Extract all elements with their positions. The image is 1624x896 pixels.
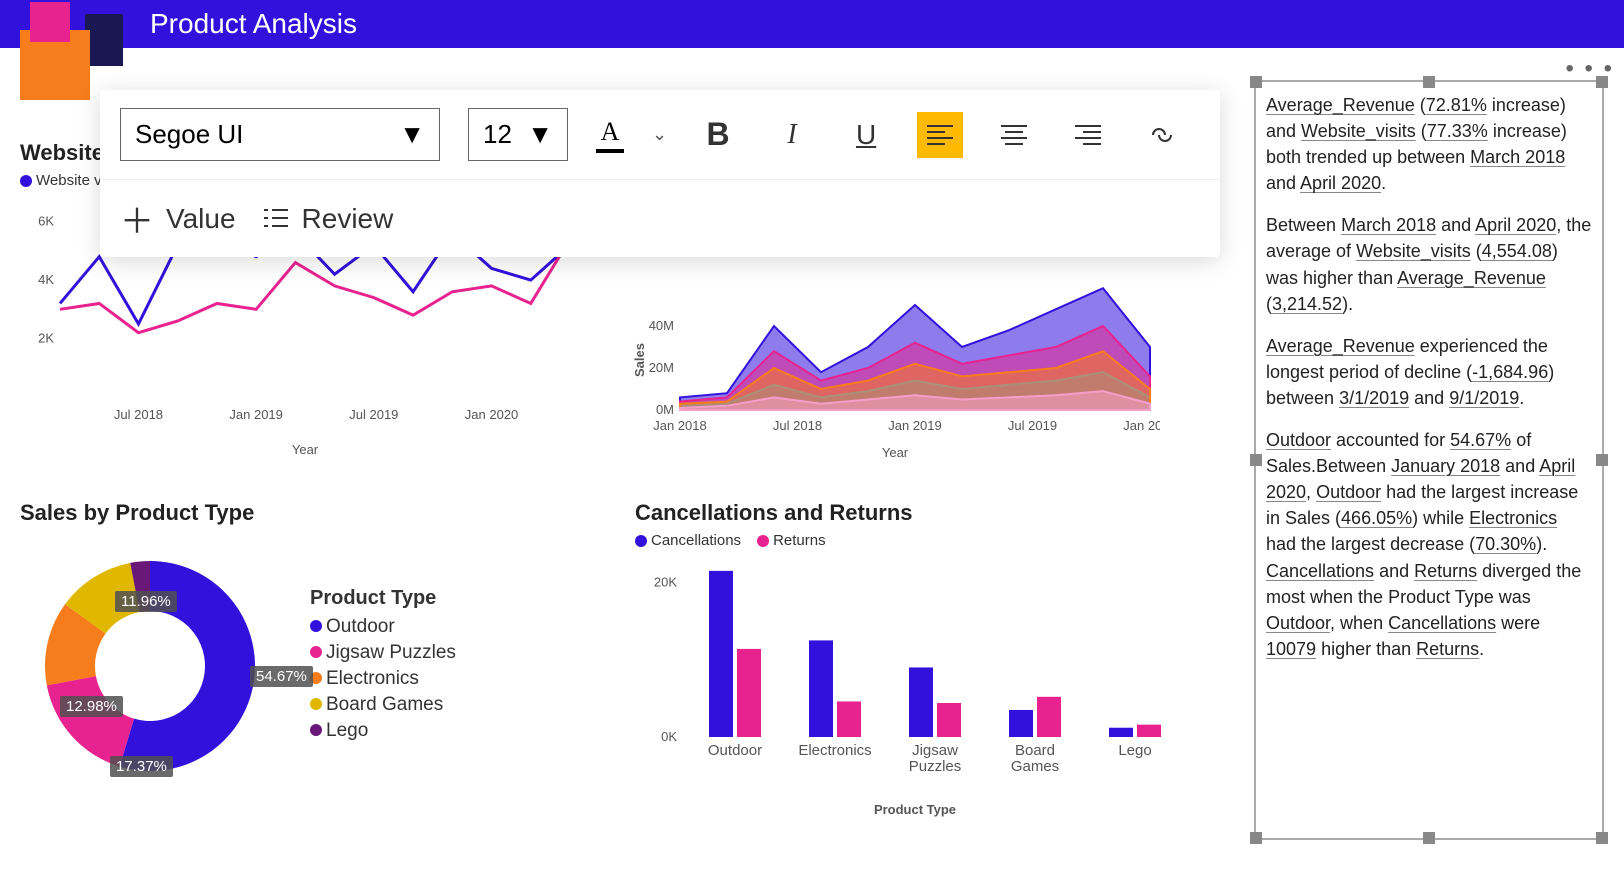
svg-text:Jul 2019: Jul 2019 <box>349 407 398 422</box>
svg-text:Jul 2018: Jul 2018 <box>773 418 822 433</box>
svg-text:Jan 2020: Jan 2020 <box>465 407 519 422</box>
narrative-p4: Outdoor accounted for 54.67% of Sales.Be… <box>1266 427 1592 662</box>
legend-item: Board Games <box>326 694 443 715</box>
resize-handle[interactable] <box>1423 76 1435 88</box>
smart-narrative-textbox[interactable]: Average_Revenue (72.81% increase) and We… <box>1254 80 1604 840</box>
svg-text:Jul 2019: Jul 2019 <box>1008 418 1057 433</box>
resize-handle[interactable] <box>1250 832 1262 844</box>
resize-handle[interactable] <box>1596 454 1608 466</box>
svg-text:0M: 0M <box>656 402 674 417</box>
donut-slice-label: 11.96% <box>115 591 177 612</box>
svg-text:40M: 40M <box>649 318 674 333</box>
align-left-button[interactable] <box>917 112 963 158</box>
svg-text:6K: 6K <box>38 214 54 229</box>
svg-text:0K: 0K <box>661 729 677 744</box>
chart4-title: Cancellations and Returns <box>635 500 1195 526</box>
review-button[interactable]: Review <box>262 203 394 235</box>
chart3-legend: Product Type Outdoor Jigsaw Puzzles Elec… <box>310 587 456 746</box>
legend-item: Jigsaw Puzzles <box>326 642 456 663</box>
narrative-p2: Between March 2018 and April 2020, the a… <box>1266 212 1592 316</box>
svg-text:Jan 2019: Jan 2019 <box>888 418 942 433</box>
review-button-label: Review <box>302 203 394 235</box>
bold-button[interactable]: B <box>695 112 741 158</box>
svg-text:Outdoor: Outdoor <box>708 742 762 759</box>
svg-text:2K: 2K <box>38 331 54 346</box>
chart-cancellations-returns[interactable]: Cancellations and Returns Cancellations … <box>635 500 1195 840</box>
svg-text:Jan 2018: Jan 2018 <box>653 418 707 433</box>
chart4-xlabel: Product Type <box>635 802 1195 817</box>
report-logo <box>10 10 120 100</box>
dropdown-icon: ▼ <box>527 119 553 150</box>
resize-handle[interactable] <box>1423 832 1435 844</box>
italic-button[interactable]: I <box>769 112 815 158</box>
legend-item: Returns <box>773 532 826 549</box>
text-format-toolbar: Segoe UI ▼ 12 ▼ A ⌄ B I U ＋ Value <box>100 90 1220 257</box>
svg-text:Jigsaw: Jigsaw <box>912 742 958 759</box>
resize-handle[interactable] <box>1250 454 1262 466</box>
legend-item: Cancellations <box>651 532 741 549</box>
insert-link-button[interactable] <box>1139 112 1185 158</box>
legend-label: Website v <box>36 172 102 189</box>
legend-item: Lego <box>326 720 368 741</box>
resize-handle[interactable] <box>1250 76 1262 88</box>
svg-text:Jan 2019: Jan 2019 <box>229 407 283 422</box>
add-value-button[interactable]: ＋ Value <box>120 194 236 243</box>
dropdown-icon: ▼ <box>399 119 425 150</box>
chart4-legend: Cancellations Returns <box>635 532 1195 549</box>
svg-text:Games: Games <box>1011 758 1059 775</box>
svg-text:Lego: Lego <box>1118 742 1151 759</box>
svg-text:Jul 2018: Jul 2018 <box>114 407 163 422</box>
svg-text:20K: 20K <box>654 574 677 589</box>
page-title: Product Analysis <box>150 8 357 40</box>
chart-sales-by-product[interactable]: Sales by Product Type 54.67% 17.37% 12.98%… <box>20 500 600 830</box>
review-icon <box>262 206 290 232</box>
legend-item: Electronics <box>326 668 419 689</box>
legend-item: Outdoor <box>326 616 395 637</box>
legend-header: Product Type <box>310 587 456 610</box>
title-bar: Product Analysis <box>0 0 1624 48</box>
bar-chart-svg: 0K 20K Outdoor Electronics JigsawPuzzles Boar… <box>635 557 1195 797</box>
donut-slice-label: 12.98% <box>60 696 123 717</box>
svg-text:Sales: Sales <box>632 343 647 377</box>
font-size-value: 12 <box>483 119 512 150</box>
align-center-button[interactable] <box>991 112 1037 158</box>
chart-sales-area[interactable]: Sales 0M 20M 40M Jan 2018 Jul 2018 Jan 2019 Jul… <box>630 280 1160 460</box>
svg-text:Jan 2020: Jan 2020 <box>1123 418 1160 433</box>
font-size-select[interactable]: 12 ▼ <box>468 108 568 161</box>
value-button-label: Value <box>166 203 236 235</box>
align-right-button[interactable] <box>1065 112 1111 158</box>
align-left-icon <box>927 124 953 146</box>
plus-icon: ＋ <box>120 194 154 243</box>
narrative-p1: Average_Revenue (72.81% increase) and We… <box>1266 92 1592 196</box>
donut-slice-label: 54.67% <box>250 666 313 687</box>
align-right-icon <box>1075 124 1101 146</box>
resize-handle[interactable] <box>1596 832 1608 844</box>
resize-handle[interactable] <box>1596 76 1608 88</box>
chart3-title: Sales by Product Type <box>20 500 600 526</box>
font-family-select[interactable]: Segoe UI ▼ <box>120 108 440 161</box>
link-icon <box>1147 125 1177 145</box>
svg-text:Electronics: Electronics <box>798 742 871 759</box>
chart1-xlabel: Year <box>20 442 590 457</box>
font-family-value: Segoe UI <box>135 119 243 150</box>
font-color-button[interactable]: A <box>596 117 624 153</box>
donut-slice-label: 17.37% <box>110 756 173 777</box>
svg-text:Board: Board <box>1015 742 1055 759</box>
chart2-xlabel: Year <box>630 445 1160 460</box>
font-color-dropdown[interactable]: ⌄ <box>652 124 667 145</box>
narrative-p3: Average_Revenue experienced the longest … <box>1266 333 1592 411</box>
svg-text:Puzzles: Puzzles <box>909 758 962 775</box>
underline-button[interactable]: U <box>843 112 889 158</box>
area-chart-svg: Sales 0M 20M 40M Jan 2018 Jul 2018 Jan 2019 Jul… <box>630 280 1160 440</box>
svg-text:20M: 20M <box>649 360 674 375</box>
svg-text:4K: 4K <box>38 272 54 287</box>
align-center-icon <box>1001 124 1027 146</box>
